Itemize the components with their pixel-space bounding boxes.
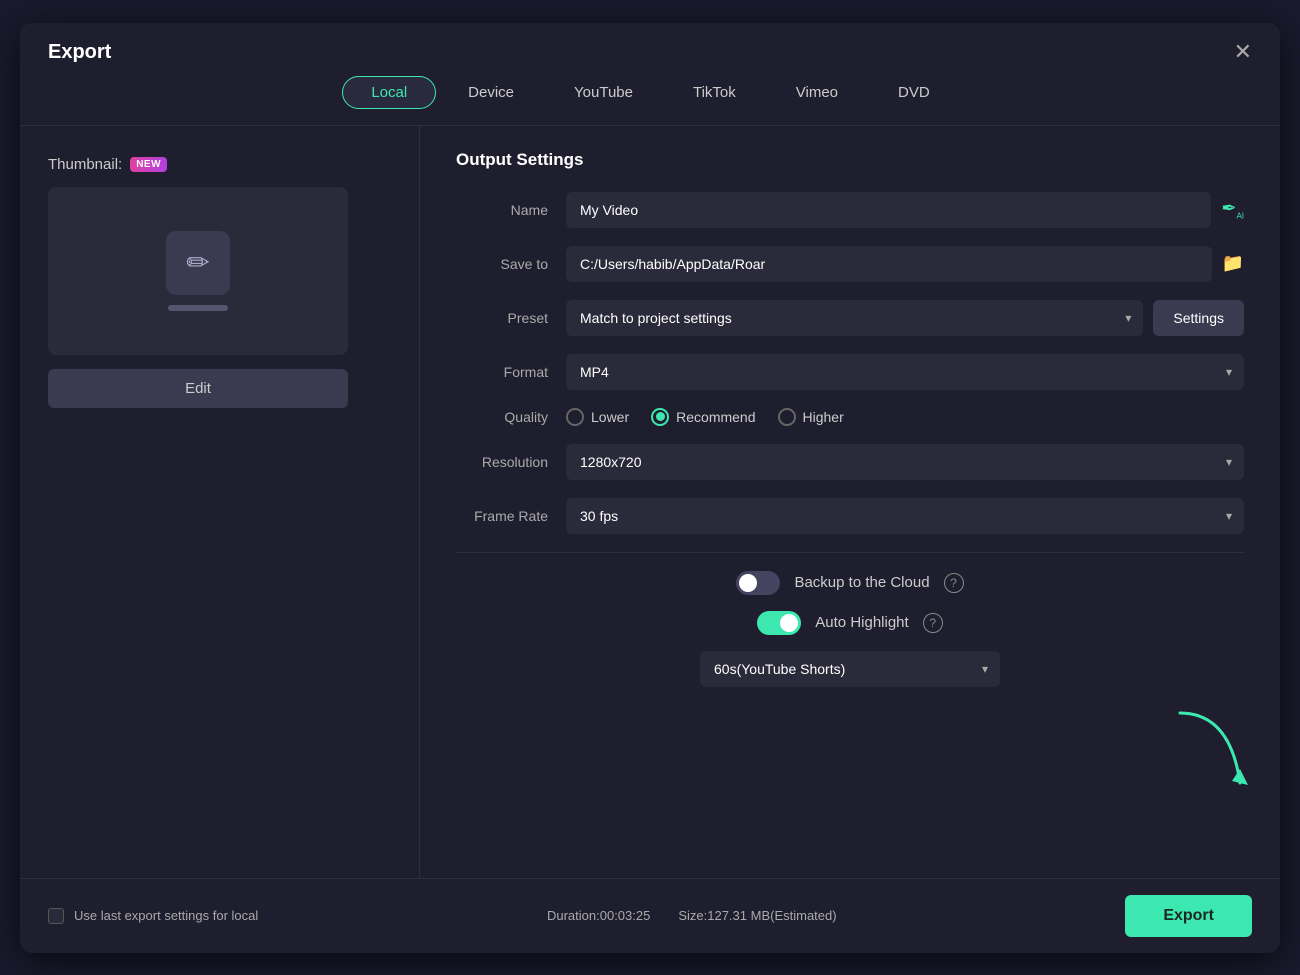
auto-highlight-label: Auto Highlight <box>815 614 908 631</box>
tab-youtube[interactable]: YouTube <box>546 77 661 108</box>
thumbnail-bar <box>168 305 228 311</box>
quality-higher[interactable]: Higher <box>778 408 844 426</box>
backup-row: Backup to the Cloud ? <box>456 571 1244 595</box>
backup-help-icon[interactable]: ? <box>944 573 964 593</box>
tab-vimeo[interactable]: Vimeo <box>768 77 866 108</box>
quality-lower[interactable]: Lower <box>566 408 629 426</box>
left-panel: Thumbnail: NEW ✏ Edit <box>20 126 420 878</box>
higher-radio-circle <box>778 408 796 426</box>
preset-label: Preset <box>456 310 566 326</box>
resolution-label: Resolution <box>456 454 566 470</box>
use-last-label: Use last export settings for local <box>74 908 258 923</box>
shorts-select-dropdown-wrap: 60s(YouTube Shorts) ▾ <box>700 651 1000 687</box>
auto-highlight-toggle-thumb <box>780 614 798 632</box>
thumbnail-preview: ✏ <box>48 187 348 355</box>
right-panel: Output Settings Name ✒AI Save to 📁 Pre <box>420 126 1280 878</box>
section-divider <box>456 552 1244 553</box>
preset-row: Preset Match to project settings ▾ Setti… <box>456 300 1244 336</box>
backup-toggle-thumb <box>739 574 757 592</box>
footer: Use last export settings for local Durat… <box>20 878 1280 953</box>
format-select[interactable]: MP4 <box>566 354 1244 390</box>
output-settings-title: Output Settings <box>456 150 1244 170</box>
title-bar: Export ✕ <box>20 23 1280 76</box>
lower-radio-circle <box>566 408 584 426</box>
frame-rate-select[interactable]: 30 fps <box>566 498 1244 534</box>
name-input[interactable] <box>566 192 1211 228</box>
folder-icon[interactable]: 📁 <box>1222 253 1244 274</box>
format-row: Format MP4 ▾ <box>456 354 1244 390</box>
dialog-title: Export <box>48 41 111 64</box>
thumbnail-label: Thumbnail: NEW <box>48 156 167 173</box>
quality-row: Quality Lower Recommend Higher <box>456 408 1244 426</box>
shorts-select-inner: 60s(YouTube Shorts) ▾ <box>700 651 1000 687</box>
tab-dvd[interactable]: DVD <box>870 77 958 108</box>
format-label: Format <box>456 364 566 380</box>
auto-highlight-help-icon[interactable]: ? <box>923 613 943 633</box>
backup-toggle[interactable] <box>736 571 780 595</box>
resolution-select-wrap: 1280x720 ▾ <box>566 444 1244 480</box>
export-dialog: Export ✕ Local Device YouTube TikTok Vim… <box>20 23 1280 953</box>
name-row: Name ✒AI <box>456 192 1244 228</box>
edit-button[interactable]: Edit <box>48 369 348 408</box>
close-button[interactable]: ✕ <box>1234 41 1252 63</box>
name-label: Name <box>456 202 566 218</box>
quality-label: Quality <box>456 409 566 425</box>
duration-label: Duration:00:03:25 <box>547 908 650 923</box>
save-to-row: Save to 📁 <box>456 246 1244 282</box>
frame-rate-row: Frame Rate 30 fps ▾ <box>456 498 1244 534</box>
shorts-select[interactable]: 60s(YouTube Shorts) <box>700 651 1000 687</box>
recommend-radio-dot <box>656 412 665 421</box>
save-to-input-group: 📁 <box>566 246 1244 282</box>
tab-device[interactable]: Device <box>440 77 542 108</box>
preset-select-wrap: Match to project settings ▾ <box>566 300 1143 336</box>
preset-input-group: Match to project settings ▾ Settings <box>566 300 1244 336</box>
frame-rate-label: Frame Rate <box>456 508 566 524</box>
settings-button[interactable]: Settings <box>1153 300 1244 336</box>
thumbnail-text: Thumbnail: <box>48 156 122 173</box>
footer-info: Duration:00:03:25 Size:127.31 MB(Estimat… <box>547 908 837 923</box>
new-badge: NEW <box>130 157 167 172</box>
thumbnail-icon-wrap: ✏ <box>166 231 230 295</box>
save-to-label: Save to <box>456 256 566 272</box>
recommend-label: Recommend <box>676 409 755 425</box>
shorts-select-wrap: 60s(YouTube Shorts) ▾ <box>456 651 1244 687</box>
backup-label: Backup to the Cloud <box>794 574 929 591</box>
recommend-radio-circle <box>651 408 669 426</box>
frame-rate-select-wrap: 30 fps ▾ <box>566 498 1244 534</box>
edit-pencil-icon: ✏ <box>186 246 209 279</box>
size-label: Size:127.31 MB(Estimated) <box>678 908 836 923</box>
main-content: Thumbnail: NEW ✏ Edit Output Settings Na… <box>20 126 1280 878</box>
tab-local[interactable]: Local <box>342 76 436 109</box>
auto-highlight-toggle[interactable] <box>757 611 801 635</box>
preset-select[interactable]: Match to project settings <box>566 300 1143 336</box>
resolution-select[interactable]: 1280x720 <box>566 444 1244 480</box>
ai-icon[interactable]: ✒AI <box>1221 198 1244 221</box>
quality-recommend[interactable]: Recommend <box>651 408 755 426</box>
export-button[interactable]: Export <box>1125 895 1252 937</box>
higher-label: Higher <box>803 409 844 425</box>
quality-options: Lower Recommend Higher <box>566 408 1244 426</box>
auto-highlight-row: Auto Highlight ? <box>456 611 1244 635</box>
save-to-input[interactable] <box>566 246 1212 282</box>
format-select-wrap: MP4 ▾ <box>566 354 1244 390</box>
use-last-wrap: Use last export settings for local <box>48 908 258 924</box>
tab-tiktok[interactable]: TikTok <box>665 77 764 108</box>
use-last-checkbox[interactable] <box>48 908 64 924</box>
export-arrow <box>1170 703 1250 798</box>
tabs-row: Local Device YouTube TikTok Vimeo DVD <box>20 76 1280 125</box>
resolution-row: Resolution 1280x720 ▾ <box>456 444 1244 480</box>
name-input-group: ✒AI <box>566 192 1244 228</box>
lower-label: Lower <box>591 409 629 425</box>
